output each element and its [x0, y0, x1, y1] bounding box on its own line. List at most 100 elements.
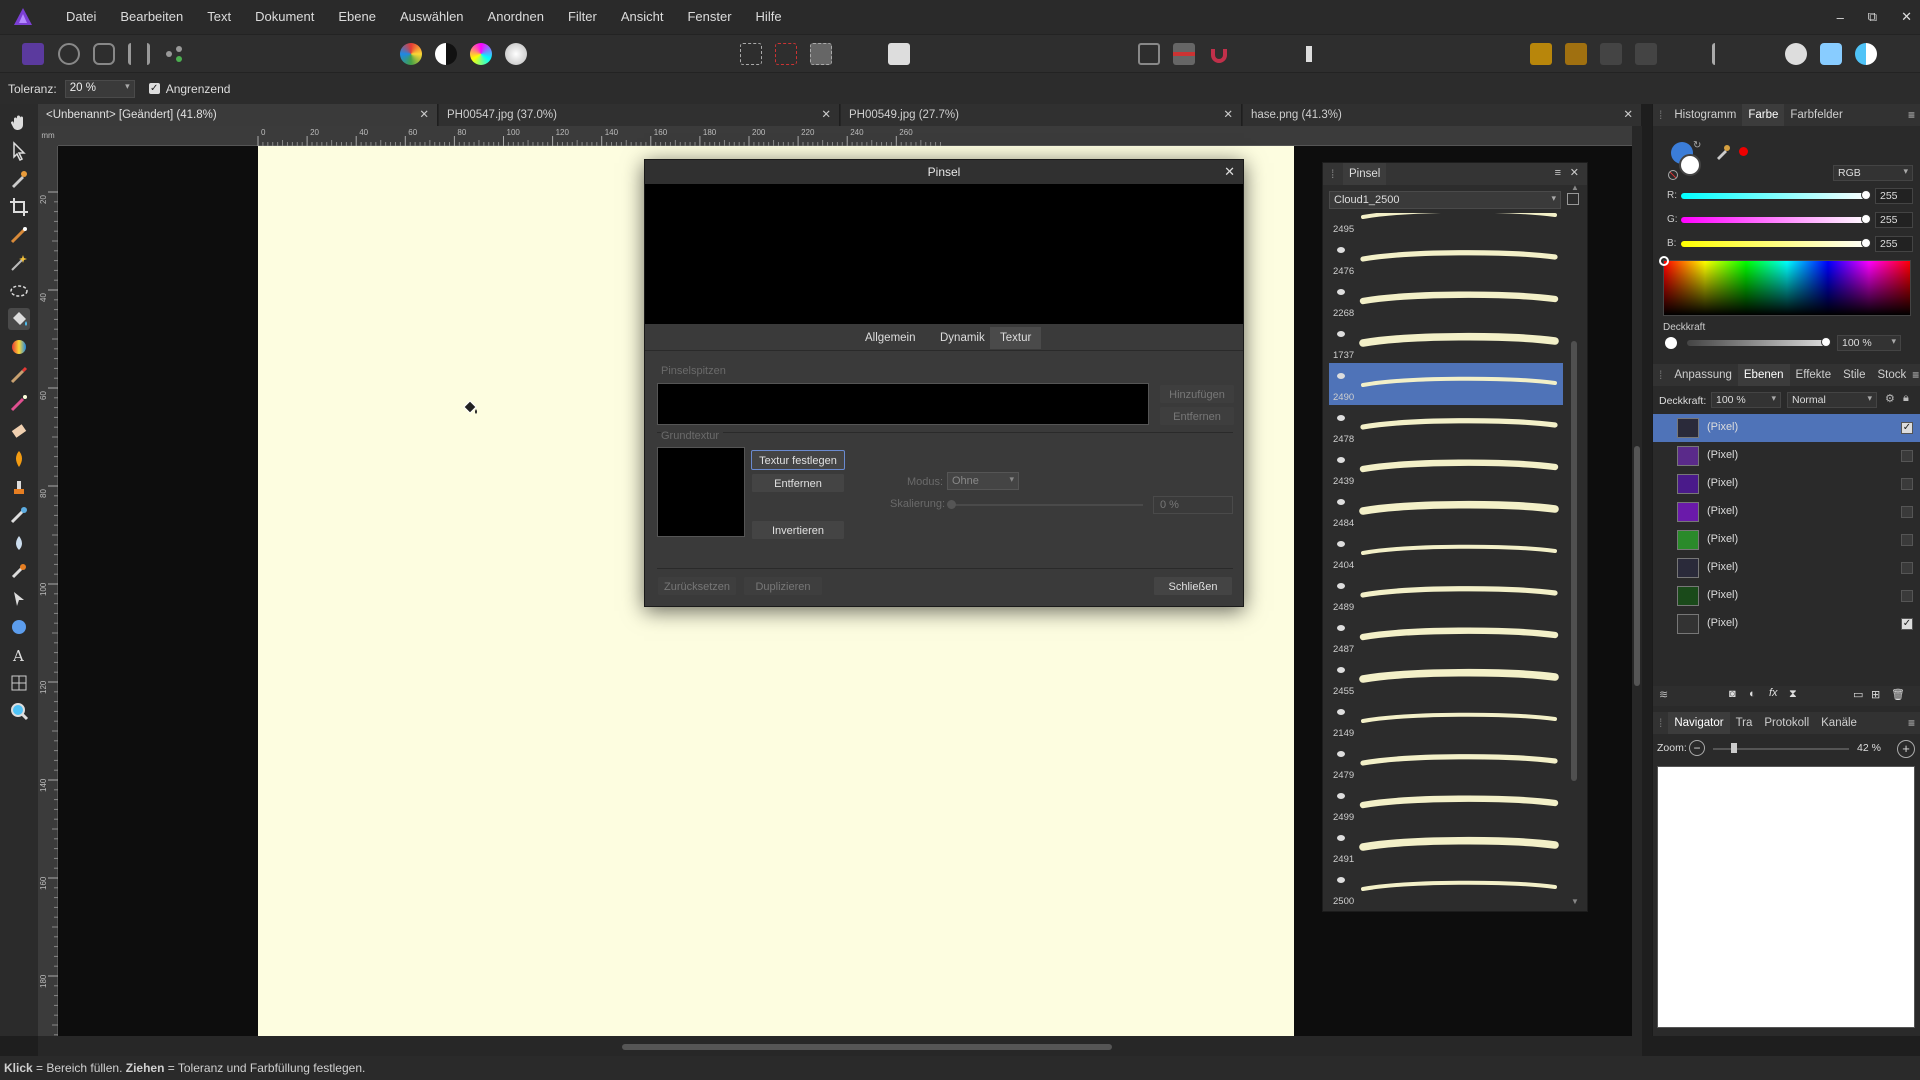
brush-item[interactable]: 2499	[1329, 783, 1563, 825]
adjustment-icon[interactable]: ◐	[1749, 688, 1756, 700]
eyedropper-icon[interactable]	[1715, 144, 1731, 163]
intersect-boolean-icon[interactable]	[1855, 43, 1877, 65]
arrange-front-icon[interactable]	[1600, 43, 1622, 65]
layer-visibility-checkbox[interactable]	[1901, 478, 1913, 490]
scale-value-field[interactable]: 0 %	[1153, 496, 1233, 514]
flood-select-tool-icon[interactable]	[8, 252, 30, 274]
layer-row[interactable]: (Pixel)	[1653, 442, 1920, 470]
snapping-guides-icon[interactable]	[1173, 43, 1195, 65]
flood-fill-tool-icon[interactable]	[8, 308, 30, 330]
set-texture-button[interactable]: Textur festlegen	[751, 450, 845, 470]
panel-menu-icon[interactable]: ≡	[1912, 368, 1919, 382]
opacity-field[interactable]: 100 % ▾	[1837, 335, 1901, 351]
invert-button[interactable]: Invertieren	[751, 520, 845, 540]
panel-grip-icon[interactable]: ⁞	[1653, 368, 1668, 382]
brush-tips-list[interactable]	[657, 383, 1149, 425]
photo-persona-icon[interactable]	[22, 43, 44, 65]
brush-item[interactable]: 2500	[1329, 867, 1563, 907]
layer-visibility-checkbox[interactable]	[1901, 450, 1913, 462]
tone-mapping-persona-icon[interactable]	[128, 43, 150, 65]
add-tip-button[interactable]: Hinzufügen	[1159, 384, 1235, 404]
text-tool-icon[interactable]: A	[8, 644, 30, 666]
close-tab-icon[interactable]: ✕	[821, 104, 831, 126]
layer-row[interactable]: (Pixel)	[1653, 526, 1920, 554]
brush-item[interactable]: 2149	[1329, 699, 1563, 741]
app-logo-icon[interactable]	[12, 6, 34, 28]
subtract-boolean-icon[interactable]	[1820, 43, 1842, 65]
panel-close-icon[interactable]: ✕	[1570, 166, 1579, 179]
layer-visibility-checkbox[interactable]: ✓	[1901, 618, 1913, 630]
zoom-value[interactable]: 42 %	[1857, 742, 1881, 754]
tab-stile[interactable]: Stile	[1837, 364, 1871, 386]
minimize-button[interactable]: –	[1837, 10, 1844, 25]
tab-stock[interactable]: Stock	[1872, 364, 1913, 386]
layer-row[interactable]: (Pixel) ✓	[1653, 414, 1920, 442]
layer-row[interactable]: (Pixel) ✓	[1653, 610, 1920, 638]
panel-grip-icon[interactable]: ⁞	[1653, 108, 1668, 122]
scale-slider[interactable]	[947, 500, 1143, 509]
clone-tool-icon[interactable]	[8, 476, 30, 498]
scale-slider-thumb[interactable]	[947, 500, 956, 509]
vertical-scroll-thumb[interactable]	[1634, 446, 1640, 686]
brush-item[interactable]: 2484	[1329, 489, 1563, 531]
brush-item[interactable]: 2476	[1329, 237, 1563, 279]
hand-tool-icon[interactable]	[8, 112, 30, 134]
contiguous-checkbox[interactable]: ✓	[148, 83, 160, 94]
color-spectrum[interactable]	[1663, 260, 1911, 316]
remove-texture-button[interactable]: Entfernen	[751, 473, 845, 493]
brush-list-scrollbar[interactable]	[1571, 221, 1577, 781]
menu-item-ansicht[interactable]: Ansicht	[609, 0, 676, 34]
panel-menu-icon[interactable]: ≡	[1908, 108, 1915, 122]
brush-item[interactable]: 2495	[1329, 213, 1563, 237]
tab-effekte[interactable]: Effekte	[1790, 364, 1838, 386]
tab-dynamik[interactable]: Dynamik	[930, 327, 995, 349]
auto-contrast-icon[interactable]	[435, 43, 457, 65]
layer-stack-icon[interactable]: ≋	[1659, 688, 1668, 701]
develop-persona-icon[interactable]	[93, 43, 115, 65]
auto-levels-icon[interactable]	[400, 43, 422, 65]
remove-tip-button[interactable]: Entfernen	[1159, 406, 1235, 426]
gradient-tool-icon[interactable]	[8, 336, 30, 358]
close-tab-icon[interactable]: ✕	[1623, 104, 1633, 126]
zoom-slider-thumb[interactable]	[1731, 743, 1737, 753]
brush-list-scroll-thumb[interactable]	[1571, 341, 1577, 781]
add-boolean-icon[interactable]	[1785, 43, 1807, 65]
brush-item[interactable]: 1737	[1329, 321, 1563, 363]
duplicate-button[interactable]: Duplizieren	[743, 576, 823, 596]
quick-mask-icon[interactable]	[888, 43, 910, 65]
menu-item-hilfe[interactable]: Hilfe	[744, 0, 794, 34]
vertical-scrollbar[interactable]	[1632, 126, 1642, 1036]
layer-row[interactable]: (Pixel)	[1653, 470, 1920, 498]
layer-settings-icon[interactable]: ⚙	[1885, 392, 1895, 405]
color-mode-select[interactable]: RGB ▾	[1833, 165, 1913, 181]
r-slider[interactable]	[1681, 193, 1869, 199]
snapping-magnet-icon[interactable]	[1208, 43, 1230, 65]
paint-brush-tool-icon[interactable]	[8, 364, 30, 386]
color-picker-tool-icon[interactable]	[8, 168, 30, 190]
navigator-preview[interactable]	[1657, 766, 1915, 1028]
delete-layer-icon[interactable]: 🗑︎	[1891, 688, 1905, 701]
panel-grip-icon[interactable]: ⁞	[1653, 716, 1668, 730]
brush-item[interactable]: 2489	[1329, 573, 1563, 615]
picked-color-swatch[interactable]	[1739, 147, 1748, 156]
zoom-out-icon[interactable]: −	[1689, 740, 1705, 756]
layer-visibility-checkbox[interactable]	[1901, 562, 1913, 574]
tab-textur[interactable]: Textur	[990, 327, 1042, 349]
swap-colors-icon[interactable]: ↻	[1693, 140, 1701, 151]
mask-icon[interactable]: ◙	[1729, 688, 1736, 700]
opacity-slider[interactable]	[1687, 340, 1829, 346]
assistant-icon[interactable]	[1298, 43, 1320, 65]
close-dialog-button[interactable]: Schließen	[1153, 576, 1233, 596]
fx-icon[interactable]: fx	[1769, 687, 1778, 699]
brush-item[interactable]: 2487	[1329, 615, 1563, 657]
scroll-down-icon[interactable]: ▼	[1571, 897, 1579, 906]
invert-selection-icon[interactable]	[810, 43, 832, 65]
node-tool-icon[interactable]	[8, 588, 30, 610]
brush-item[interactable]: 2439	[1329, 447, 1563, 489]
arrange-bottom-icon[interactable]	[1635, 43, 1657, 65]
menu-item-ebene[interactable]: Ebene	[326, 0, 388, 34]
layer-visibility-checkbox[interactable]	[1901, 534, 1913, 546]
panel-menu-icon[interactable]: ≡	[1908, 716, 1915, 730]
smudge-tool-icon[interactable]	[8, 560, 30, 582]
menu-item-auswählen[interactable]: Auswählen	[388, 0, 476, 34]
